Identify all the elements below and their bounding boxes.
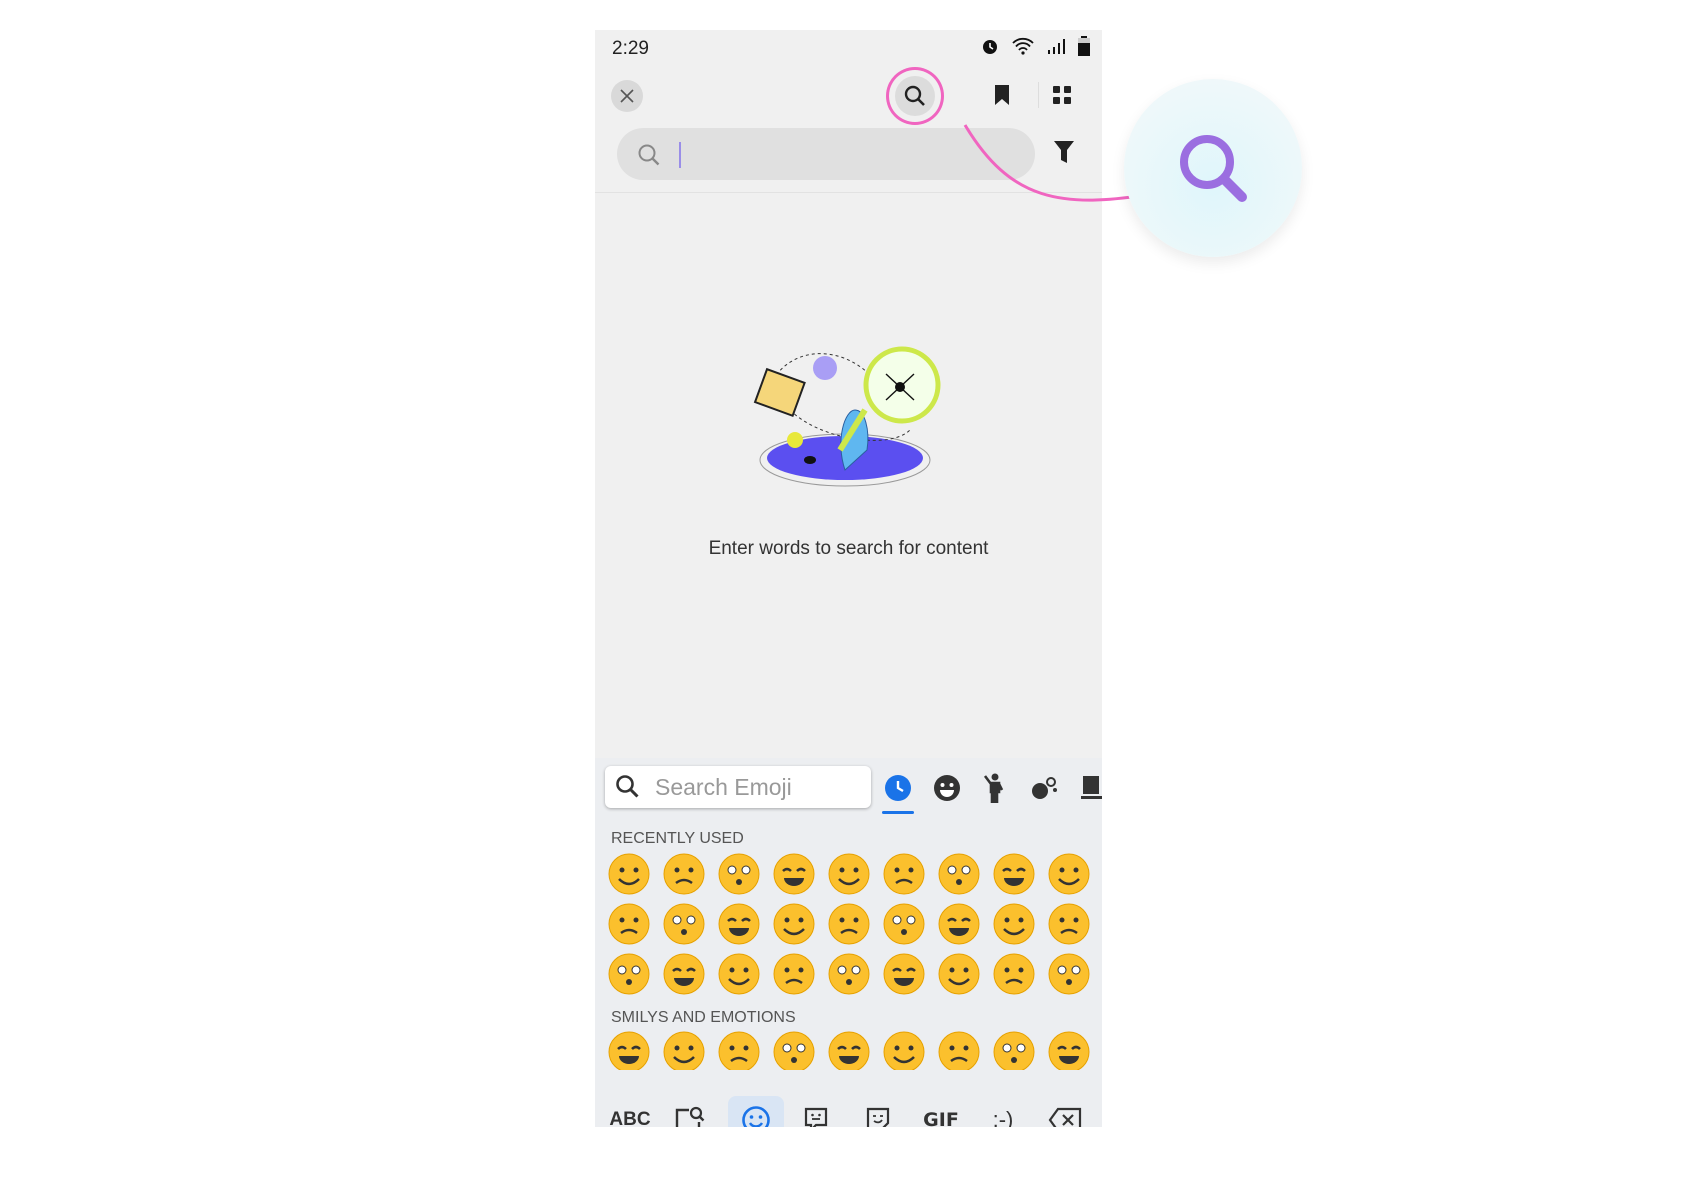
annotation-arrow <box>963 124 1163 203</box>
magnified-search-icon-callout <box>1124 79 1302 257</box>
search-icon <box>1180 135 1247 202</box>
